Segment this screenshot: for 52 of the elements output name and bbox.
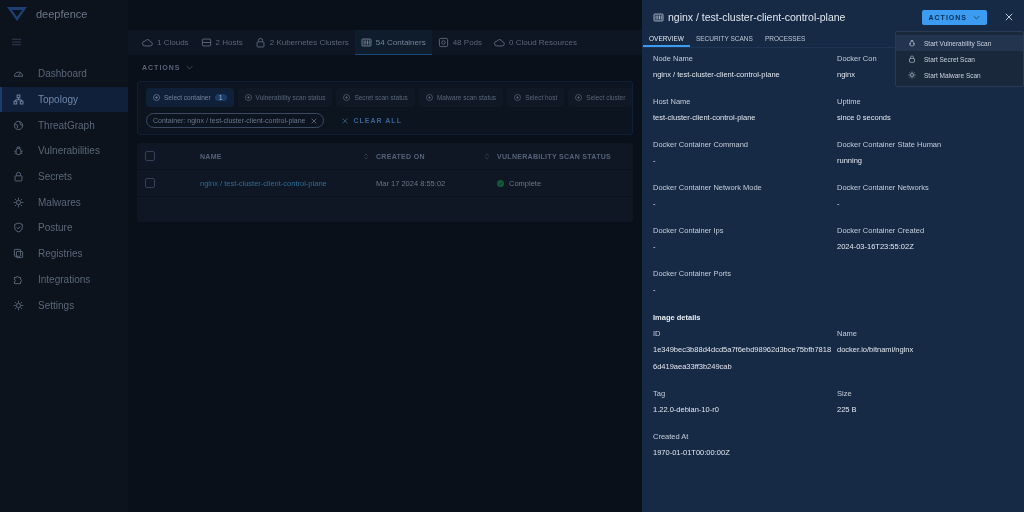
sidebar-item[interactable]: Posture: [0, 215, 128, 241]
plus-circle-icon: [244, 94, 252, 101]
sidebar-item[interactable]: Integrations: [0, 266, 128, 293]
sidebar-item[interactable]: Vulnerabilities: [0, 138, 128, 164]
plus-circle-icon: [575, 94, 583, 101]
close-icon: [341, 117, 348, 124]
plus-circle-icon: [343, 94, 351, 101]
puzzle-icon: [13, 273, 24, 285]
bug-icon: [13, 145, 24, 157]
gear-icon: [13, 299, 24, 311]
drawer-title: nginx / test-cluster-client-control-plane: [668, 11, 847, 23]
menu-icon[interactable]: [12, 38, 21, 46]
check-circle-icon: [497, 179, 504, 187]
select-all-checkbox[interactable]: [145, 151, 155, 161]
bug-icon: [908, 39, 916, 47]
gauge-icon: [13, 68, 24, 80]
plus-circle-icon: [514, 94, 522, 101]
sidebar-item[interactable]: Registries: [0, 240, 128, 267]
lock-icon: [13, 171, 24, 183]
chevron-down-icon: [185, 64, 193, 70]
container-icon: [360, 36, 372, 48]
server-icon: [200, 36, 212, 48]
globe-icon: [13, 119, 24, 131]
resource-tab[interactable]: 2 Kubernetes Clusters: [248, 30, 355, 55]
lock-icon: [254, 36, 266, 48]
cloud-icon: [494, 36, 506, 48]
resource-tab[interactable]: 2 Hosts: [194, 30, 249, 55]
container-icon: [653, 11, 664, 23]
plus-circle-icon: [425, 94, 433, 101]
resource-tab[interactable]: 0 Cloud Resources: [488, 30, 584, 55]
shield-icon: [13, 222, 24, 234]
gear-icon: [908, 71, 916, 79]
resource-tab[interactable]: 48 Pods: [431, 30, 489, 55]
cloud-icon: [142, 36, 153, 48]
resource-tab[interactable]: 1 Clouds: [136, 30, 195, 55]
lock-icon: [908, 55, 916, 63]
plus-circle-icon: [153, 94, 160, 101]
resource-tab[interactable]: 54 Containers: [354, 30, 432, 55]
chevron-down-icon: [973, 14, 980, 20]
sidebar-item[interactable]: Settings: [0, 292, 128, 318]
sidebar-item[interactable]: ThreatGraph: [0, 112, 128, 139]
brand-name: deepfence: [36, 8, 88, 20]
topology-icon: [13, 94, 24, 106]
stack-icon: [13, 248, 24, 260]
sidebar-item[interactable]: Topology: [0, 86, 128, 113]
sidebar-item[interactable]: Dashboard: [0, 61, 128, 87]
pod-icon: [437, 36, 449, 48]
sidebar-item[interactable]: Secrets: [0, 163, 128, 190]
row-checkbox[interactable]: [145, 178, 155, 188]
gear-icon: [13, 196, 24, 208]
sidebar-item[interactable]: Malwares: [0, 189, 128, 216]
logo-icon: [7, 7, 27, 21]
